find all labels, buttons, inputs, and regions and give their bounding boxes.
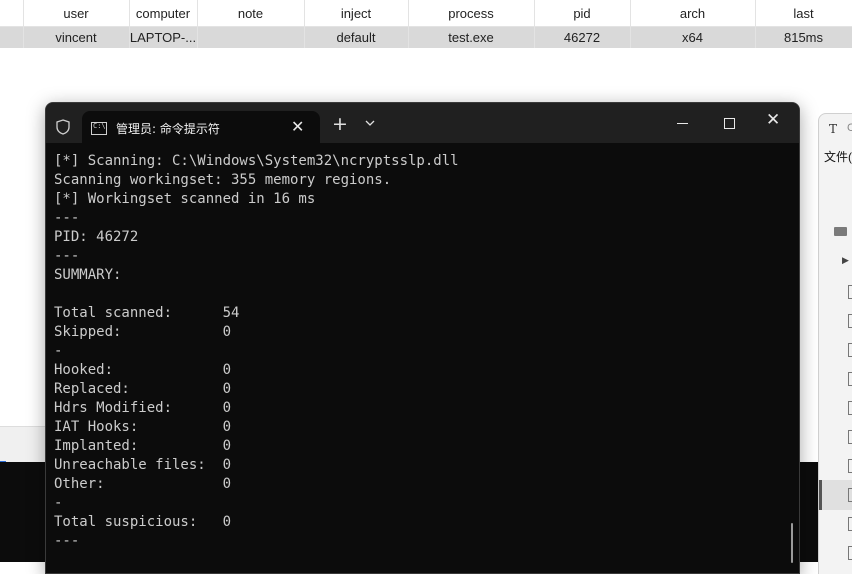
new-tab-button[interactable]: + (332, 114, 348, 134)
console-line: Skipped: 0 (54, 324, 232, 340)
console-output[interactable]: [*] Scanning: C:\Windows\System32\ncrypt… (54, 152, 784, 551)
table-cell-computer[interactable]: LAPTOP-... (129, 26, 198, 48)
tab-command-prompt[interactable]: C:\ 管理员: 命令提示符 ✕ (82, 111, 320, 143)
console-line: Total suspicious: 0 (54, 514, 232, 530)
tree-item-icon (848, 343, 852, 357)
tab-title: 管理员: 命令提示符 (116, 122, 220, 136)
shield-icon (56, 119, 70, 135)
table-cell-note[interactable] (197, 26, 305, 48)
close-tab-button[interactable]: ✕ (291, 117, 304, 136)
background-console-pane-right (798, 462, 818, 562)
console-line: [*] Scanning: C:\Windows\System32\ncrypt… (54, 153, 459, 169)
table-cell-user[interactable]: vincent (23, 26, 130, 48)
console-line: IAT Hooks: 0 (54, 419, 232, 435)
console-line: - (54, 343, 63, 359)
console-line: Replaced: 0 (54, 381, 232, 397)
table-header-computer[interactable]: computer (129, 0, 198, 27)
console-line: Implanted: 0 (54, 438, 232, 454)
tree-item-icon (848, 285, 852, 299)
table-header-note[interactable]: note (197, 0, 305, 27)
background-console-pane (0, 462, 46, 562)
table-cell-inject[interactable]: default (304, 26, 409, 48)
table-header-user[interactable]: user (23, 0, 130, 27)
console-line: SUMMARY: (54, 267, 122, 283)
selected-tree-item-indicator (819, 480, 822, 510)
chevron-down-icon[interactable] (364, 117, 376, 129)
console-line: --- (54, 248, 80, 264)
tree-item-icon (848, 401, 852, 415)
table-header-last[interactable]: last (755, 0, 852, 27)
table-header-arch[interactable]: arch (630, 0, 756, 27)
terminal-window[interactable]: C:\ 管理员: 命令提示符 ✕ + ✕ [*] Scanning: C:\Wi… (45, 102, 800, 574)
console-line: - (54, 495, 63, 511)
table-cell-process[interactable]: test.exe (408, 26, 535, 48)
background-window-title: C (847, 122, 852, 134)
table-header-blank (0, 0, 24, 27)
tree-item-icon (848, 314, 852, 328)
console-line: [*] Workingset scanned in 16 ms (54, 191, 316, 207)
table-row[interactable]: vincent LAPTOP-... default test.exe 4627… (0, 26, 852, 48)
console-line: --- (54, 533, 80, 549)
command-prompt-icon-text: C:\ (93, 122, 106, 130)
console-scrollbar[interactable] (791, 523, 793, 563)
console-line: Scanning workingset: 355 memory regions. (54, 172, 392, 188)
background-window[interactable]: T C 文件( ▶ (818, 113, 852, 574)
expand-arrow-icon[interactable]: ▶ (842, 255, 849, 266)
file-menu[interactable]: 文件( (824, 148, 852, 165)
terminal-titlebar[interactable]: C:\ 管理员: 命令提示符 ✕ + ✕ (46, 103, 799, 143)
console-line: PID: 46272 (54, 229, 139, 245)
tree-item-icon (848, 372, 852, 386)
tree-item-icon (848, 430, 852, 444)
maximize-button[interactable] (724, 118, 735, 129)
console-line: --- (54, 210, 80, 226)
table-header-pid[interactable]: pid (534, 0, 631, 27)
minimize-button[interactable] (677, 123, 688, 124)
console-line: Other: 0 (54, 476, 232, 492)
console-line: Total scanned: 54 (54, 305, 240, 321)
table-cell-arch[interactable]: x64 (630, 26, 756, 48)
session-table: user computer note inject process pid ar… (0, 0, 852, 48)
command-prompt-icon: C:\ (91, 122, 107, 135)
tree-item-icon (848, 459, 852, 473)
folder-icon (834, 227, 847, 236)
tree-item-icon (848, 488, 852, 502)
background-tab-strip (0, 426, 46, 463)
table-cell-last[interactable]: 815ms (755, 26, 852, 48)
tree-item-icon (848, 546, 852, 560)
table-cell-blank (0, 26, 24, 48)
close-window-button[interactable]: ✕ (766, 110, 780, 130)
background-window-icon: T (829, 122, 838, 136)
console-line: Hdrs Modified: 0 (54, 400, 232, 416)
table-cell-pid[interactable]: 46272 (534, 26, 631, 48)
tree-item-icon (848, 517, 852, 531)
console-line: Unreachable files: 0 (54, 457, 232, 473)
table-header-row: user computer note inject process pid ar… (0, 0, 852, 27)
table-header-inject[interactable]: inject (304, 0, 409, 27)
console-line: Hooked: 0 (54, 362, 232, 378)
table-header-process[interactable]: process (408, 0, 535, 27)
